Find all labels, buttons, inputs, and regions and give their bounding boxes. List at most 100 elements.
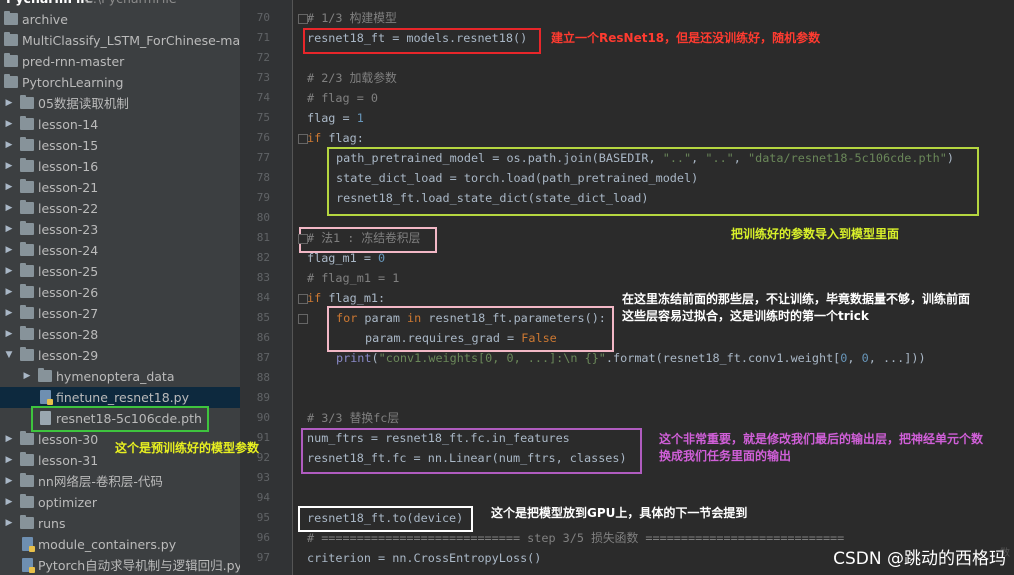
fold-marker-icon[interactable] [298,294,308,304]
code-text: flag: [321,131,364,145]
folder-icon [20,242,34,256]
tree-item[interactable]: Pytorch自动求导机制与逻辑回归.py [0,555,240,575]
expand-arrow-icon[interactable]: ▶ [4,177,14,198]
tree-item[interactable]: ▶ optimizer [0,492,240,513]
line-number: 88 [256,371,270,384]
tree-item[interactable]: ▶ lesson-28 [0,324,240,345]
folder-icon [20,431,34,445]
fold-marker-icon[interactable] [298,14,308,24]
expand-arrow-icon[interactable]: ▶ [4,261,14,282]
folder-icon [20,200,34,214]
tree-item[interactable]: ▶ nn网络层-卷积层-代码 [0,471,240,492]
tree-item-label: lesson-15 [38,138,99,153]
expand-arrow-icon[interactable]: ▶ [4,282,14,303]
expand-arrow-icon[interactable]: ▶ [4,324,14,345]
line-number: 79 [256,191,270,204]
tree-row-root[interactable]: PycharmFile C:\PycharmFile [0,0,240,9]
tree-item[interactable]: ▶ lesson-23 [0,219,240,240]
code-string: "conv1.weights[0, 0, ...]:\n {}" [378,351,606,365]
green-annotation-text: 这个是预训练好的模型参数 [115,441,260,455]
tree-item-label: lesson-28 [38,327,99,342]
expand-arrow-icon[interactable]: ▶ [4,93,14,114]
expand-arrow-icon[interactable]: ▶ [22,366,32,387]
tree-item[interactable]: ▶ lesson-26 [0,282,240,303]
folder-icon [20,137,34,151]
tree-item[interactable]: ▶ lesson-25 [0,261,240,282]
folder-icon [4,74,18,88]
tree-item[interactable]: PytorchLearning [0,72,240,93]
tree-item-label: optimizer [38,495,97,510]
tree-item[interactable]: ▶ lesson-24 [0,240,240,261]
line-number: 77 [256,151,270,164]
tree-item[interactable]: finetune_resnet18.py [0,387,240,408]
tree-item-label: lesson-26 [38,285,99,300]
fold-marker-icon[interactable] [298,234,308,244]
tree-item-label: lesson-24 [38,243,99,258]
tree-item[interactable]: ▶ hymenoptera_data [0,366,240,387]
folder-icon [4,53,18,67]
folder-icon [4,11,18,25]
line-number: 86 [256,331,270,344]
tree-item[interactable]: ▶ 05数据读取机制 [0,93,240,114]
expand-arrow-icon[interactable]: ▶ [4,471,14,492]
code-keyword: if [307,291,322,305]
tree-item[interactable]: ▼ lesson-29 [0,345,240,366]
folder-icon [38,368,52,382]
tree-item[interactable]: ▶ lesson-21 [0,177,240,198]
line-number: 81 [256,231,270,244]
tree-item[interactable]: ▶ runs [0,513,240,534]
folder-icon [20,494,34,508]
line-number: 70 [256,11,270,24]
line-number-gutter: 70 71 72 73 74 75 76 77 78 79 80 81 82 83 84 85 86 87 88 89… [240,0,293,575]
folder-icon [20,305,34,319]
folder-icon [20,347,34,361]
tree-item[interactable]: archive [0,9,240,30]
red-annotation-box [303,28,541,54]
code-line-76: if flag: [307,128,364,148]
python-file-icon [22,558,35,573]
tree-item-label: lesson-14 [38,117,99,132]
tree-item[interactable]: module_containers.py [0,534,240,555]
tree-item[interactable]: ▶ lesson-15 [0,135,240,156]
expand-arrow-icon[interactable]: ▶ [4,303,14,324]
expand-arrow-icon[interactable]: ▶ [4,492,14,513]
code-line-97: criterion = nn.CrossEntropyLoss() [307,548,541,568]
yellow-green-annotation-text: 把训练好的参数导入到模型里面 [731,227,900,241]
expand-arrow-icon[interactable]: ▶ [4,513,14,534]
code-line-83: # flag_m1 = 1 [307,271,400,285]
code-text: .format(resnet18_ft.conv1.weight[ [605,351,841,365]
code-line-70: # 1/3 构建模型 [307,11,397,25]
tree-item[interactable]: MultiClassify_LSTM_ForChinese-master [0,30,240,51]
purple-annotation-box [301,428,642,474]
tree-item-label: PytorchLearning [22,75,124,90]
tree-root-label: PycharmFile [6,0,93,9]
line-number: 95 [256,511,270,524]
code-builtin: print [336,351,372,365]
expand-arrow-icon[interactable]: ▶ [4,450,14,471]
code-text: , ...])) [868,351,926,365]
expand-arrow-icon[interactable]: ▶ [4,198,14,219]
tree-item[interactable]: ▶ lesson-22 [0,198,240,219]
project-tree-sidebar: PycharmFile C:\PycharmFile archive MultiC… [0,0,240,575]
fold-marker-icon[interactable] [298,314,308,324]
expand-arrow-icon[interactable]: ▶ [4,219,14,240]
tree-item[interactable]: ▶ lesson-16 [0,156,240,177]
expand-arrow-icon[interactable]: ▶ [4,429,14,450]
collapse-arrow-icon[interactable]: ▼ [4,345,14,366]
folder-icon [20,515,34,529]
folder-icon [20,473,34,487]
code-editor[interactable]: # 1/3 构建模型 resnet18_ft = models.resnet18… [293,0,1014,575]
expand-arrow-icon[interactable]: ▶ [4,114,14,135]
tree-item[interactable]: pred-rnn-master [0,51,240,72]
tree-item[interactable]: ▶ lesson-27 [0,303,240,324]
fold-marker-icon[interactable] [298,134,308,144]
expand-arrow-icon[interactable]: ▶ [4,135,14,156]
expand-arrow-icon[interactable]: ▶ [4,156,14,177]
line-number: 83 [256,271,270,284]
folder-icon [20,95,34,109]
tree-item-label: runs [38,516,66,531]
line-number: 72 [256,51,270,64]
tree-item-label: lesson-16 [38,159,99,174]
expand-arrow-icon[interactable]: ▶ [4,240,14,261]
tree-item[interactable]: ▶ lesson-14 [0,114,240,135]
